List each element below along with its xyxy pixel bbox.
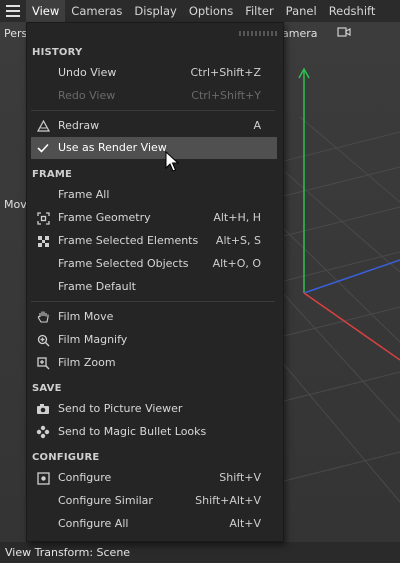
frame-geometry-icon <box>35 210 51 226</box>
axis-x <box>303 292 400 361</box>
section-configure: CONFIGURE <box>32 452 100 463</box>
menu-item-use-as-render-view[interactable]: Use as Render View <box>31 137 277 159</box>
menu-item-shortcut: Shift+Alt+V <box>195 494 261 507</box>
menu-item-label: Configure <box>58 471 112 484</box>
menu-panel[interactable]: Panel <box>280 0 323 22</box>
menu-separator <box>31 301 275 302</box>
menu-item-label: Frame Selected Elements <box>58 234 199 247</box>
configure-icon <box>35 470 51 486</box>
view-dropdown-menu: HISTORY Undo View Ctrl+Shift+Z Redo View… <box>26 22 284 542</box>
menu-view[interactable]: View <box>26 0 66 22</box>
viewport-camera-label[interactable]: amera <box>282 27 318 40</box>
section-history: HISTORY <box>32 47 83 58</box>
menu-item-label: Frame Geometry <box>58 211 151 224</box>
menu-item-film-magnify[interactable]: Film Magnify <box>31 329 277 351</box>
zoom-icon <box>35 355 51 371</box>
menu-separator <box>31 110 275 111</box>
menu-item-redraw[interactable]: Redraw A <box>31 115 277 137</box>
section-save: SAVE <box>32 383 62 394</box>
menu-item-frame-selected-elements[interactable]: Frame Selected Elements Alt+S, S <box>31 230 277 252</box>
menu-item-frame-geometry[interactable]: Frame Geometry Alt+H, H <box>31 207 277 229</box>
mouse-cursor-icon <box>165 150 181 176</box>
camera-icon <box>35 401 51 417</box>
menu-item-label: Frame Selected Objects <box>58 257 189 270</box>
menu-cameras[interactable]: Cameras <box>65 0 128 22</box>
axis-z <box>303 259 400 294</box>
menu-item-label: Configure Similar <box>58 494 153 507</box>
menu-item-undo-view[interactable]: Undo View Ctrl+Shift+Z <box>31 62 277 84</box>
menu-bar: View Cameras Display Options Filter Pane… <box>0 0 400 22</box>
menu-item-shortcut: Alt+O, O <box>212 257 261 270</box>
menu-item-label: Configure All <box>58 517 129 530</box>
menu-display[interactable]: Display <box>128 0 182 22</box>
menu-item-label: Send to Magic Bullet Looks <box>58 425 207 438</box>
frame-selected-elements-icon <box>35 233 51 249</box>
section-frame: FRAME <box>32 169 73 180</box>
menu-item-shortcut: Shift+V <box>219 471 261 484</box>
camera-toggle-icon[interactable] <box>337 26 351 41</box>
magnify-icon <box>35 332 51 348</box>
menu-item-shortcut: A <box>253 119 261 132</box>
menu-item-configure-all[interactable]: Configure All Alt+V <box>31 513 277 535</box>
menu-item-send-to-picture-viewer[interactable]: Send to Picture Viewer <box>31 398 277 420</box>
menu-redshift[interactable]: Redshift <box>323 0 382 22</box>
menu-item-label: Undo View <box>58 66 117 79</box>
redraw-icon <box>35 118 51 134</box>
menu-item-film-zoom[interactable]: Film Zoom <box>31 352 277 374</box>
menu-item-film-move[interactable]: Film Move <box>31 306 277 328</box>
checkmark-icon <box>35 140 51 156</box>
menu-item-label: Redo View <box>58 89 116 102</box>
hand-icon <box>35 309 51 325</box>
menu-item-configure[interactable]: Configure Shift+V <box>31 467 277 489</box>
menu-item-configure-similar[interactable]: Configure Similar Shift+Alt+V <box>31 490 277 512</box>
menu-item-shortcut: Ctrl+Shift+Z <box>190 66 261 79</box>
viewport-move-label: Mov <box>4 198 27 211</box>
menu-item-shortcut: Ctrl+Shift+Y <box>191 89 261 102</box>
status-bar: View Transform: Scene <box>0 542 400 563</box>
menu-filter[interactable]: Filter <box>239 0 279 22</box>
menu-item-frame-selected-objects[interactable]: Frame Selected Objects Alt+O, O <box>31 253 277 275</box>
menu-item-send-to-magic-bullet-looks[interactable]: Send to Magic Bullet Looks <box>31 421 277 443</box>
viewport-projection-label[interactable]: Pers <box>4 27 27 40</box>
menu-item-label: Frame All <box>58 188 110 201</box>
menu-item-frame-default[interactable]: Frame Default <box>31 276 277 298</box>
menu-item-redo-view[interactable]: Redo View Ctrl+Shift+Y <box>31 85 277 107</box>
magic-bullet-icon <box>35 424 51 440</box>
menu-item-label: Use as Render View <box>58 141 167 154</box>
menu-item-shortcut: Alt+H, H <box>213 211 261 224</box>
menu-item-label: Send to Picture Viewer <box>58 402 183 415</box>
menu-item-label: Film Zoom <box>58 356 116 369</box>
menu-item-label: Frame Default <box>58 280 136 293</box>
menu-tearoff-grip[interactable] <box>239 31 279 36</box>
menu-item-shortcut: Alt+V <box>229 517 261 530</box>
menu-item-label: Film Magnify <box>58 333 128 346</box>
menu-item-label: Redraw <box>58 119 100 132</box>
menu-options[interactable]: Options <box>183 0 239 22</box>
hamburger-menu-icon[interactable] <box>0 0 26 22</box>
menu-item-frame-all[interactable]: Frame All <box>31 184 277 206</box>
menu-item-shortcut: Alt+S, S <box>215 234 261 247</box>
menu-item-label: Film Move <box>58 310 114 323</box>
